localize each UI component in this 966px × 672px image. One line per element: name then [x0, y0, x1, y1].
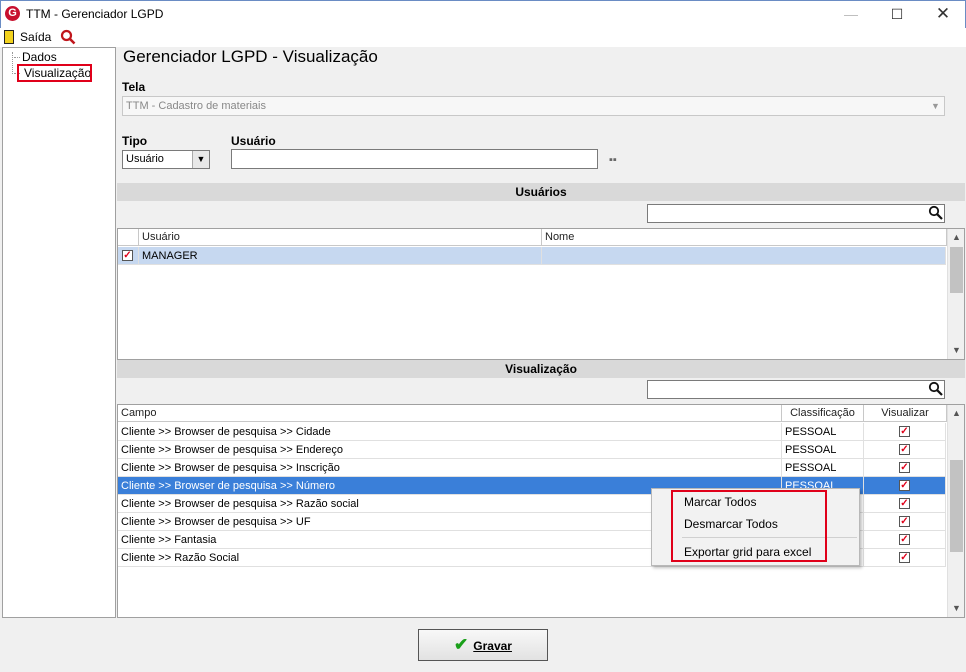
app-logo-icon: G: [5, 6, 20, 21]
checkbox[interactable]: ✓: [899, 462, 910, 473]
visualizar-cell[interactable]: ✓: [864, 531, 946, 549]
highlight-annotation: [17, 64, 92, 82]
grid-header: Campo Classificação Visualizar: [118, 405, 947, 422]
column-header-visualizar[interactable]: Visualizar: [864, 405, 947, 422]
tela-select[interactable]: TTM - Cadastro de materiais: [122, 96, 945, 116]
campo-cell: Cliente >> Browser de pesquisa >> Endere…: [118, 441, 782, 459]
table-row[interactable]: Cliente >> Browser de pesquisa >> Cidade…: [118, 423, 946, 441]
window-title: TTM - Gerenciador LGPD: [26, 7, 164, 21]
tipo-label: Tipo: [122, 134, 148, 148]
checkbox[interactable]: ✓: [899, 426, 910, 437]
column-header-usuario[interactable]: Usuário: [139, 229, 542, 246]
checkbox[interactable]: ✓: [899, 498, 910, 509]
page-title: Gerenciador LGPD - Visualização: [123, 47, 378, 66]
exit-door-icon[interactable]: [4, 30, 14, 44]
search-icon[interactable]: [60, 29, 76, 45]
visualizar-cell[interactable]: ✓: [864, 441, 946, 459]
checkbox[interactable]: ✓: [122, 250, 133, 261]
scroll-down-icon[interactable]: ▼: [948, 342, 965, 359]
save-button-label: Gravar: [473, 639, 512, 653]
nome-cell: [542, 247, 946, 265]
visualizar-cell[interactable]: ✓: [864, 513, 946, 531]
chevron-down-icon[interactable]: ▼: [927, 97, 944, 115]
usuarios-section-header: Usuários: [117, 183, 965, 201]
highlight-annotation: [671, 490, 827, 562]
scroll-up-icon[interactable]: ▲: [948, 405, 965, 422]
chevron-down-icon[interactable]: ▼: [192, 151, 209, 168]
row-checkbox-cell[interactable]: ✓: [118, 247, 139, 265]
tree-connector: [14, 57, 20, 58]
checkbox[interactable]: ✓: [899, 552, 910, 563]
save-button[interactable]: ✔ Gravar: [418, 629, 548, 661]
campo-cell: Cliente >> Browser de pesquisa >> Inscri…: [118, 459, 782, 477]
tree-line: [12, 52, 13, 74]
table-row[interactable]: Cliente >> Browser de pesquisa >> Inscri…: [118, 459, 946, 477]
search-icon[interactable]: [928, 381, 944, 397]
scroll-up-icon[interactable]: ▲: [948, 229, 965, 246]
usuario-input[interactable]: [231, 149, 598, 169]
close-icon[interactable]: ✕: [920, 0, 966, 28]
visualizacao-search-input[interactable]: [647, 380, 945, 399]
usuarios-search-input[interactable]: [647, 204, 945, 223]
checkbox[interactable]: ✓: [899, 516, 910, 527]
binoculars-icon[interactable]: ▪▪: [609, 154, 617, 166]
scroll-thumb[interactable]: [950, 460, 963, 552]
tree-item-dados[interactable]: Dados: [22, 50, 57, 64]
checkbox[interactable]: ✓: [899, 480, 910, 491]
search-icon[interactable]: [928, 205, 944, 221]
classificacao-cell: PESSOAL: [782, 459, 864, 477]
usuarios-grid: Usuário Nome ✓ MANAGER ▲ ▼: [117, 228, 965, 360]
minimize-icon[interactable]: —: [828, 0, 874, 28]
campo-cell: Cliente >> Browser de pesquisa >> Cidade: [118, 423, 782, 441]
checkmark-icon: ✔: [454, 635, 469, 654]
navigation-tree: [2, 47, 116, 618]
usuario-label: Usuário: [231, 134, 276, 148]
visualizar-cell[interactable]: ✓: [864, 423, 946, 441]
checkbox[interactable]: ✓: [899, 534, 910, 545]
vertical-scrollbar[interactable]: ▲ ▼: [947, 405, 964, 617]
scroll-thumb[interactable]: [950, 247, 963, 293]
column-header-classificacao[interactable]: Classificação: [782, 405, 864, 422]
scroll-down-icon[interactable]: ▼: [948, 600, 965, 617]
menu-bar: [0, 28, 966, 47]
classificacao-cell: PESSOAL: [782, 441, 864, 459]
checkbox[interactable]: ✓: [899, 444, 910, 455]
exit-menu-item[interactable]: Saída: [20, 30, 51, 44]
visualizar-cell[interactable]: ✓: [864, 477, 946, 495]
usuario-cell: MANAGER: [139, 247, 542, 265]
column-header-campo[interactable]: Campo: [118, 405, 782, 422]
visualizar-cell[interactable]: ✓: [864, 459, 946, 477]
column-header-check: [118, 229, 139, 246]
maximize-icon[interactable]: ☐: [874, 0, 920, 28]
table-row[interactable]: ✓ MANAGER: [118, 247, 946, 265]
classificacao-cell: PESSOAL: [782, 423, 864, 441]
table-row[interactable]: Cliente >> Browser de pesquisa >> Endere…: [118, 441, 946, 459]
vertical-scrollbar[interactable]: ▲ ▼: [947, 229, 964, 359]
grid-header: Usuário Nome: [118, 229, 947, 246]
visualizacao-section-header: Visualização: [117, 360, 965, 378]
tela-label: Tela: [122, 80, 146, 94]
visualizar-cell[interactable]: ✓: [864, 549, 946, 567]
visualizar-cell[interactable]: ✓: [864, 495, 946, 513]
column-header-nome[interactable]: Nome: [542, 229, 947, 246]
